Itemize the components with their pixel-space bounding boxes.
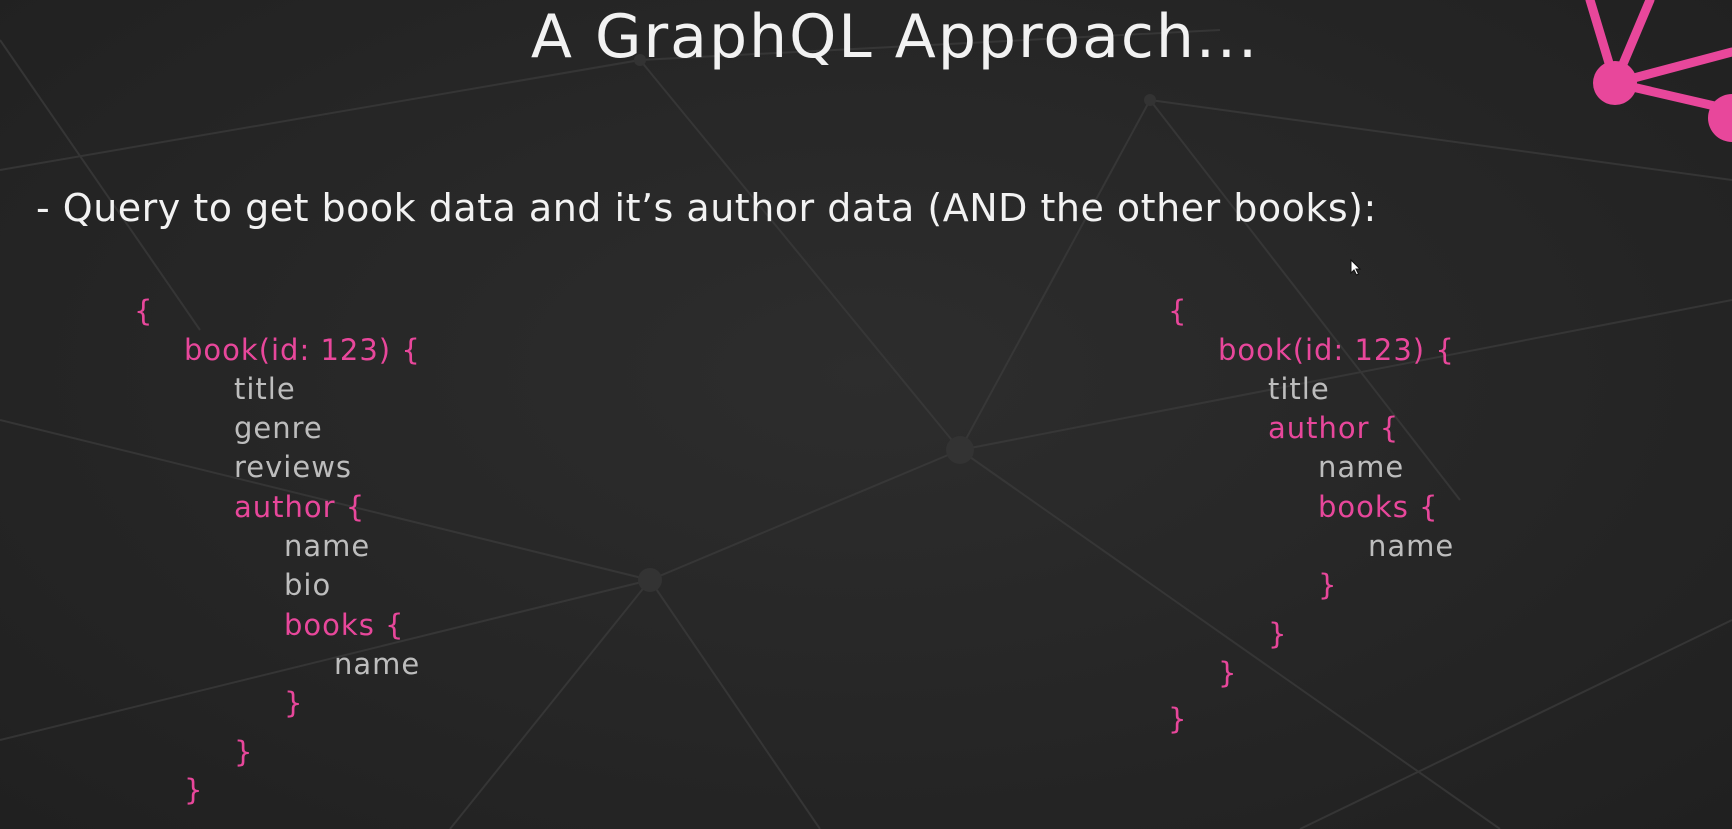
code-line: title xyxy=(234,372,296,406)
code-line: } xyxy=(1218,656,1238,690)
code-line: book(id: 123) { xyxy=(184,333,421,367)
code-line: genre xyxy=(234,411,323,445)
code-line: title xyxy=(1268,372,1330,406)
code-line: } xyxy=(1268,617,1288,651)
code-line: author { xyxy=(234,490,366,524)
code-line: name xyxy=(1318,450,1405,484)
code-line: } xyxy=(1318,568,1338,602)
mouse-pointer-icon xyxy=(1350,259,1362,276)
slide-title: A GraphQL Approach... xyxy=(530,2,1260,72)
code-line: name xyxy=(1368,529,1455,563)
code-line: name xyxy=(284,529,371,563)
code-line: books { xyxy=(1318,490,1439,524)
code-line: books { xyxy=(284,608,405,642)
code-line: } xyxy=(234,735,254,769)
code-line: { xyxy=(134,294,154,328)
code-line: } xyxy=(284,686,304,720)
code-line: { xyxy=(1168,294,1188,328)
slide-bullet: - Query to get book data and it’s author… xyxy=(36,186,1377,230)
code-line: name xyxy=(334,647,421,681)
code-line: author { xyxy=(1268,411,1400,445)
code-line: reviews xyxy=(234,450,353,484)
code-line: } xyxy=(1168,702,1188,736)
code-line: } xyxy=(184,773,204,807)
code-line: bio xyxy=(284,568,332,602)
presentation-slide: A GraphQL Approach... - Query to get boo… xyxy=(0,0,1732,829)
code-line: book(id: 123) { xyxy=(1218,333,1455,367)
